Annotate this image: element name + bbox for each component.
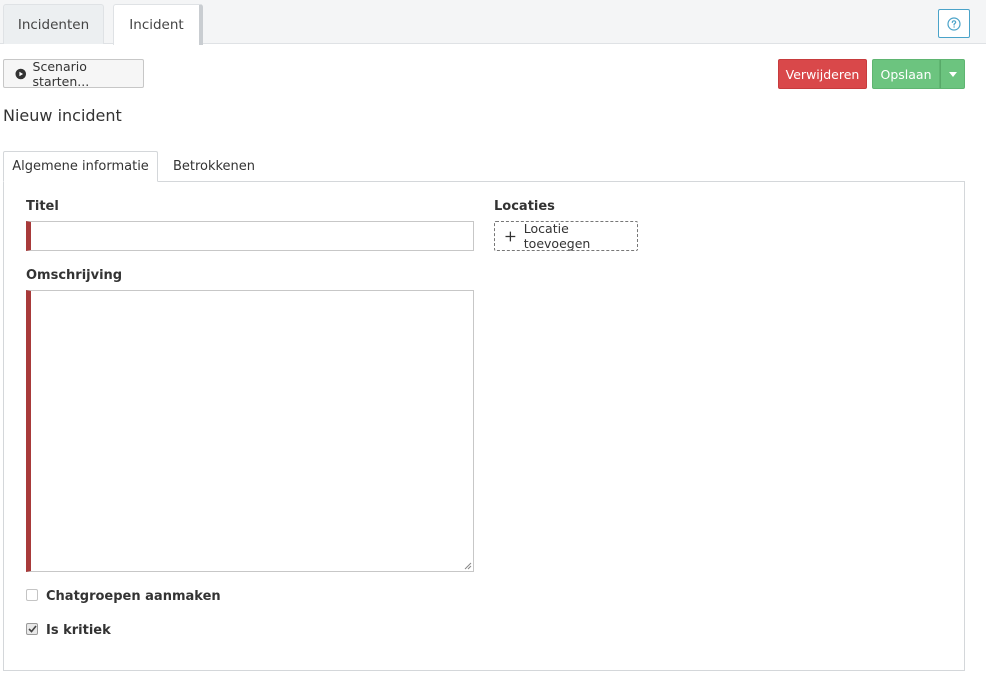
page-title: Nieuw incident	[3, 106, 122, 125]
add-location-label: Locatie toevoegen	[523, 221, 591, 251]
start-scenario-button[interactable]: Scenario starten...	[3, 58, 144, 89]
description-label: Omschrijving	[26, 268, 123, 283]
tab-involved[interactable]: Betrokkenen	[160, 151, 268, 182]
save-options-button[interactable]	[940, 59, 965, 89]
add-location-button[interactable]: Locatie toevoegen	[494, 221, 638, 251]
help-button[interactable]	[938, 9, 970, 38]
start-scenario-label: Scenario starten...	[32, 58, 90, 89]
resize-handle-icon[interactable]	[464, 562, 472, 570]
checkmark-icon	[27, 625, 37, 633]
top-tab-incidenten[interactable]: Incidenten	[3, 4, 104, 44]
chatgroups-label: Chatgroepen aanmaken	[46, 589, 221, 604]
plus-icon	[505, 231, 516, 241]
save-button[interactable]: Opslaan	[872, 59, 940, 89]
tab-general-info[interactable]: Algemene informatie	[3, 151, 158, 182]
chatgroups-checkbox[interactable]	[26, 589, 38, 601]
critical-label: Is kritiek	[46, 623, 111, 638]
top-tab-incident[interactable]: Incident	[113, 4, 203, 45]
caret-down-icon	[948, 71, 957, 77]
top-tab-bar: Incidenten Incident	[0, 0, 986, 45]
title-input[interactable]	[26, 221, 474, 251]
title-label: Titel	[26, 199, 59, 214]
critical-checkbox[interactable]	[26, 623, 38, 635]
delete-button[interactable]: Verwijderen	[778, 59, 867, 89]
locations-label: Locaties	[494, 199, 555, 214]
description-textarea[interactable]	[26, 290, 474, 572]
question-circle-icon	[947, 16, 961, 31]
play-circle-icon	[15, 68, 27, 79]
